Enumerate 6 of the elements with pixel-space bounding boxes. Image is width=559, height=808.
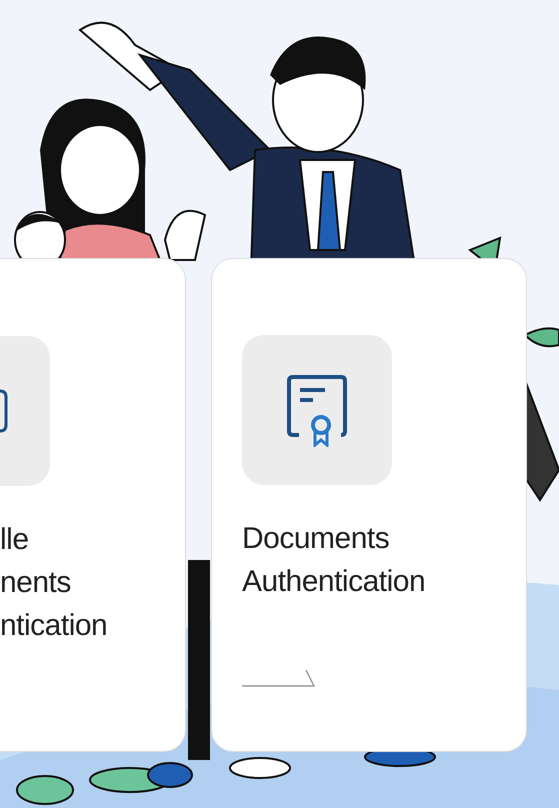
certificate-icon xyxy=(285,373,349,447)
service-card[interactable]: lle nents ntication xyxy=(0,258,186,752)
document-icon xyxy=(0,389,8,433)
card-title: lle nents ntication xyxy=(0,522,108,644)
card-title: Documents Authentication xyxy=(242,521,426,600)
service-card[interactable]: Documents Authentication xyxy=(211,258,527,752)
